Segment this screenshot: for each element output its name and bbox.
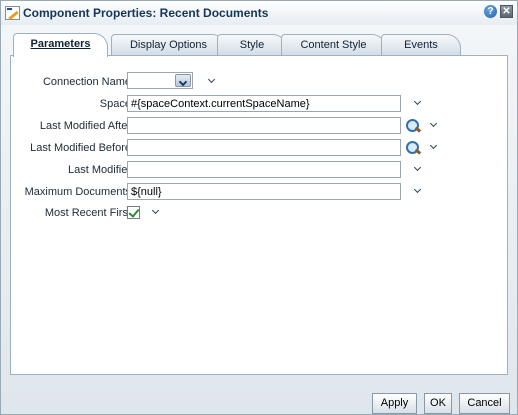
tab-parameters[interactable]: Parameters bbox=[13, 33, 108, 57]
component-properties-dialog: Component Properties: Recent Documents ?… bbox=[0, 0, 518, 415]
space-options-chevron-icon[interactable] bbox=[413, 98, 423, 108]
close-icon[interactable]: ✕ bbox=[500, 5, 513, 18]
cancel-button[interactable]: Cancel bbox=[459, 393, 510, 414]
chevron-down-icon[interactable] bbox=[175, 74, 191, 87]
tab-content-style[interactable]: Content Style bbox=[281, 34, 386, 55]
search-icon[interactable] bbox=[405, 140, 421, 156]
connection-name-label: Connection Name bbox=[42, 76, 131, 88]
maximum-documents-input[interactable]: ${null} bbox=[127, 183, 401, 200]
edit-component-icon bbox=[5, 6, 20, 20]
search-icon[interactable] bbox=[405, 118, 421, 134]
help-icon[interactable]: ? bbox=[484, 5, 497, 18]
last-modifier-input[interactable] bbox=[127, 161, 401, 178]
apply-button[interactable]: Apply bbox=[372, 393, 417, 414]
ok-button[interactable]: OK bbox=[424, 393, 452, 414]
dialog-titlebar: Component Properties: Recent Documents ?… bbox=[1, 1, 517, 25]
dialog-title: Component Properties: Recent Documents bbox=[23, 6, 269, 20]
last-modified-after-label: Last Modified After bbox=[39, 120, 131, 132]
last-modifier-label: Last Modifier bbox=[68, 164, 131, 176]
last-modified-before-label: Last Modified Before bbox=[30, 142, 131, 154]
most-recent-first-options-chevron-icon[interactable] bbox=[151, 207, 161, 217]
last-modified-after-options-chevron-icon[interactable] bbox=[429, 120, 439, 130]
last-modified-before-input[interactable] bbox=[127, 139, 401, 156]
parameters-panel: Connection Name Space #{spaceContext.cur… bbox=[10, 55, 508, 375]
connection-name-select[interactable] bbox=[127, 72, 193, 89]
space-label: Space bbox=[99, 98, 131, 110]
tab-display-options[interactable]: Display Options bbox=[111, 34, 226, 55]
tab-style[interactable]: Style bbox=[217, 34, 287, 55]
tab-events[interactable]: Events bbox=[381, 34, 461, 55]
maximum-documents-label: Maximum Documents bbox=[24, 186, 131, 198]
connection-name-options-chevron-icon[interactable] bbox=[207, 76, 217, 86]
last-modifier-options-chevron-icon[interactable] bbox=[413, 164, 423, 174]
last-modified-before-options-chevron-icon[interactable] bbox=[429, 142, 439, 152]
maximum-documents-options-chevron-icon[interactable] bbox=[413, 186, 423, 196]
most-recent-first-checkbox[interactable] bbox=[127, 206, 140, 219]
last-modified-after-input[interactable] bbox=[127, 117, 401, 134]
most-recent-first-label: Most Recent First bbox=[44, 207, 131, 219]
space-input[interactable]: #{spaceContext.currentSpaceName} bbox=[127, 95, 401, 112]
